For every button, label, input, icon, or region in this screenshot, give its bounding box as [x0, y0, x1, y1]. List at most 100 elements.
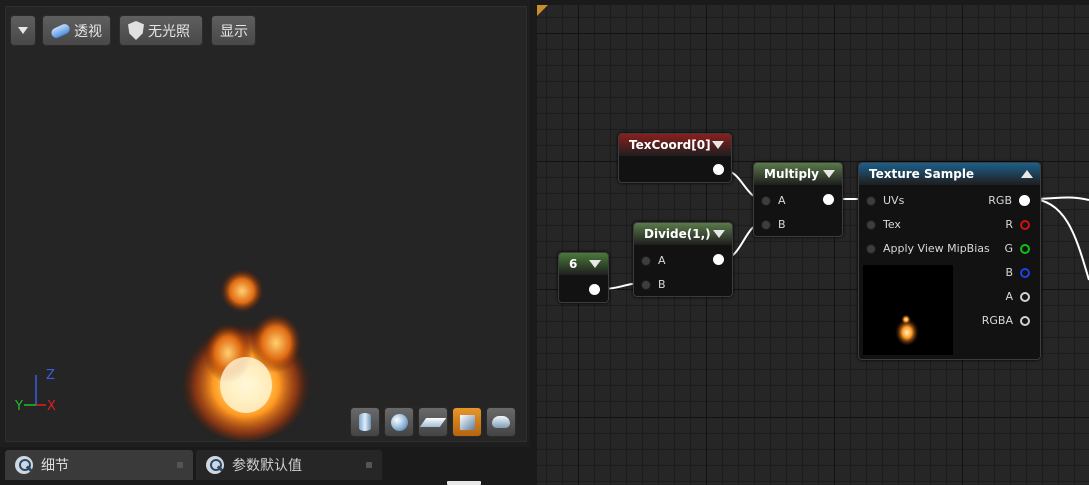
- divide-input-b[interactable]: B: [641, 278, 666, 291]
- output-pin-ring[interactable]: [1020, 219, 1030, 230]
- texture-output-rgba-label: RGBA: [981, 314, 1013, 327]
- texture-thumbnail: [863, 265, 953, 355]
- panel-splitter[interactable]: [530, 0, 537, 485]
- texture-output-b[interactable]: B: [1005, 266, 1030, 279]
- texture-input-mipbias-label: Apply View MipBias: [883, 242, 990, 255]
- preview-teapot-button[interactable]: [486, 407, 516, 437]
- node-texture-sample-title: Texture Sample: [869, 167, 975, 181]
- texture-input-mipbias[interactable]: Apply View MipBias: [866, 242, 990, 255]
- cylinder-icon: [359, 413, 371, 431]
- divide-input-b-label: B: [658, 278, 666, 291]
- node-constant-title: 6: [569, 257, 578, 271]
- node-divide-header[interactable]: Divide(1,): [634, 223, 732, 245]
- texture-output-g-label: G: [1004, 242, 1013, 255]
- node-texcoord-title: TexCoord[0]: [629, 138, 711, 152]
- multiply-input-b[interactable]: B: [761, 218, 786, 231]
- cube-icon: [459, 414, 475, 430]
- divide-output-pin[interactable]: [713, 254, 724, 265]
- preview-plane-button[interactable]: [418, 407, 448, 437]
- input-pin-dot[interactable]: [641, 279, 651, 290]
- output-pin-dot[interactable]: [713, 164, 724, 175]
- chevron-down-icon[interactable]: [713, 230, 725, 238]
- axis-x-label: X: [47, 399, 56, 414]
- node-constant[interactable]: 6: [558, 252, 609, 303]
- axis-y-label: Y: [14, 399, 23, 414]
- node-texture-sample[interactable]: Texture Sample UVs Tex Apply View MipBia…: [858, 162, 1041, 360]
- input-pin-dot[interactable]: [866, 243, 876, 254]
- node-constant-header[interactable]: 6: [559, 253, 608, 275]
- output-pin-dot[interactable]: [589, 284, 600, 295]
- node-divide-title: Divide(1,): [644, 227, 711, 241]
- texture-output-rgb-label: RGB: [988, 194, 1012, 207]
- texture-input-tex-label: Tex: [883, 218, 901, 231]
- lighting-mode-button[interactable]: 无光照: [119, 15, 203, 46]
- divide-input-a[interactable]: A: [641, 254, 666, 267]
- texture-output-rgba[interactable]: RGBA: [982, 314, 1030, 327]
- texcoord-output-pin[interactable]: [713, 164, 724, 175]
- teapot-icon: [492, 416, 510, 428]
- input-pin-dot[interactable]: [866, 219, 876, 230]
- info-icon: [206, 456, 224, 474]
- node-texcoord-header[interactable]: TexCoord[0]: [619, 134, 731, 156]
- preview-cube-button[interactable]: [452, 407, 482, 437]
- material-graph-canvas[interactable]: TexCoord[0] 6 Divide(1,) A B Multiply A …: [537, 0, 1089, 485]
- multiply-input-a[interactable]: A: [761, 194, 786, 207]
- tab-parameter-defaults-label: 参数默认值: [232, 458, 302, 474]
- output-pin-dot[interactable]: [713, 254, 724, 265]
- texture-output-g[interactable]: G: [1004, 242, 1030, 255]
- texture-input-uvs[interactable]: UVs: [866, 194, 904, 207]
- node-multiply-title: Multiply: [764, 167, 819, 181]
- preview-viewport[interactable]: 透视 无光照 显示 Z X Y: [5, 6, 527, 442]
- constant-output-pin[interactable]: [589, 284, 600, 295]
- input-pin-dot[interactable]: [761, 219, 771, 230]
- node-multiply[interactable]: Multiply A B: [753, 162, 843, 237]
- texture-output-rgb[interactable]: RGB: [988, 194, 1030, 207]
- lighting-label: 无光照: [148, 23, 190, 40]
- axis-z-label: Z: [46, 368, 55, 383]
- input-pin-dot[interactable]: [761, 195, 771, 206]
- panel-tab-strip: 细节 参数默认值: [0, 447, 530, 485]
- close-icon[interactable]: [177, 462, 183, 468]
- texture-output-r[interactable]: R: [1005, 218, 1030, 231]
- chevron-down-icon[interactable]: [712, 141, 724, 149]
- viewport-options-button[interactable]: [10, 15, 36, 46]
- scrollbar-thumb[interactable]: [447, 481, 481, 485]
- tab-details[interactable]: 细节: [5, 450, 193, 480]
- input-pin-dot[interactable]: [866, 195, 876, 206]
- texture-output-a-label: A: [1005, 290, 1013, 303]
- show-label: 显示: [220, 23, 248, 40]
- chevron-down-icon[interactable]: [823, 170, 835, 178]
- info-icon: [15, 456, 33, 474]
- perspective-icon: [49, 21, 72, 40]
- texture-output-a[interactable]: A: [1005, 290, 1030, 303]
- node-texture-sample-header[interactable]: Texture Sample: [859, 163, 1040, 185]
- close-icon[interactable]: [366, 462, 372, 468]
- tab-parameter-defaults[interactable]: 参数默认值: [196, 450, 382, 480]
- chevron-up-icon[interactable]: [1021, 170, 1033, 178]
- output-pin-dot[interactable]: [1019, 195, 1030, 206]
- node-texcoord[interactable]: TexCoord[0]: [618, 133, 732, 183]
- axis-gizmo: Z X Y: [14, 368, 56, 414]
- chevron-down-icon[interactable]: [589, 260, 601, 268]
- multiply-output-pin[interactable]: [823, 194, 834, 205]
- texture-input-uvs-label: UVs: [883, 194, 905, 207]
- output-pin-ring[interactable]: [1020, 243, 1030, 254]
- show-button[interactable]: 显示: [211, 15, 256, 46]
- preview-viewport-panel: 透视 无光照 显示 Z X Y: [0, 0, 530, 447]
- preview-sphere-button[interactable]: [384, 407, 414, 437]
- node-divide[interactable]: Divide(1,) A B: [633, 222, 733, 297]
- output-pin-ring[interactable]: [1020, 267, 1030, 278]
- fire-preview-image: [180, 269, 312, 441]
- output-pin-dot[interactable]: [823, 194, 834, 205]
- multiply-input-a-label: A: [778, 194, 786, 207]
- node-multiply-header[interactable]: Multiply: [754, 163, 842, 185]
- plane-icon: [419, 417, 447, 427]
- texture-input-tex[interactable]: Tex: [866, 218, 901, 231]
- chevron-down-icon: [18, 27, 28, 34]
- multiply-input-b-label: B: [778, 218, 786, 231]
- output-pin-ring[interactable]: [1020, 315, 1030, 326]
- perspective-button[interactable]: 透视: [42, 15, 111, 46]
- input-pin-dot[interactable]: [641, 255, 651, 266]
- preview-cylinder-button[interactable]: [350, 407, 380, 437]
- output-pin-ring[interactable]: [1020, 291, 1030, 302]
